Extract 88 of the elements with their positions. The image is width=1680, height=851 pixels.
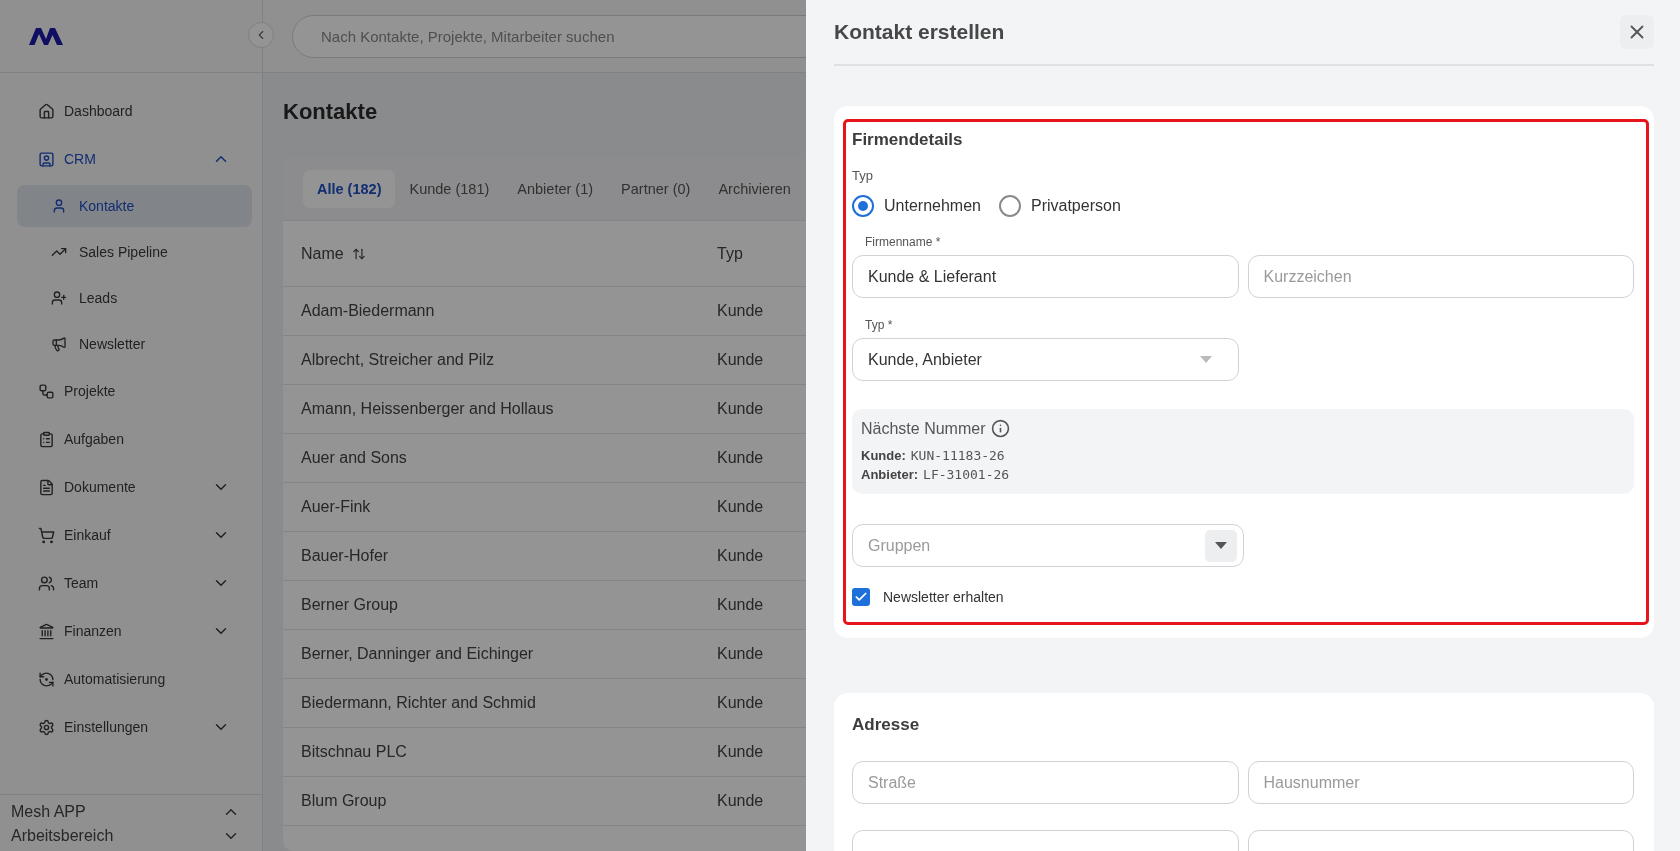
logo-icon — [27, 25, 65, 47]
select-field[interactable]: Kunde, Anbieter — [852, 338, 1239, 381]
table-cell: Kunde — [717, 792, 764, 810]
dropdown-button[interactable] — [1205, 529, 1237, 562]
table-cell: Kunde — [717, 694, 764, 712]
nav-item[interactable]: Automatisierung — [17, 655, 252, 703]
input-field[interactable]: Straße — [852, 761, 1239, 804]
field-label: Typ — [852, 168, 874, 183]
nav-icon — [38, 622, 55, 640]
filter-tab[interactable]: Anbieter (1) — [503, 169, 608, 208]
field-label: Typ * — [865, 318, 894, 332]
table-cell: Kunde — [717, 547, 764, 565]
input-field[interactable]: Hausnummer — [1247, 761, 1634, 804]
table-cell: Bitschnau PLC — [301, 743, 407, 761]
nav-item[interactable]: Einstellungen — [17, 703, 252, 751]
app-name: Mesh APP — [11, 803, 86, 821]
radio-option[interactable]: Privatperson — [998, 195, 1121, 217]
workspace-name: Arbeitsbereich — [11, 827, 114, 845]
select-field[interactable]: Gruppen — [852, 524, 1244, 567]
filter-tab[interactable]: Kunde (181) — [395, 169, 504, 208]
field-label: Firmenname * — [865, 235, 942, 249]
table-cell: Biedermann, Richter and Schmid — [301, 694, 536, 712]
panel-title: Kontakt erstellen — [834, 20, 1005, 44]
nav-item[interactable]: Dashboard — [17, 87, 252, 135]
nav-item[interactable]: Einkauf — [17, 511, 252, 559]
table-cell: Kunde — [717, 645, 764, 663]
close-button[interactable] — [1620, 15, 1654, 49]
nav-subitem[interactable]: Leads — [17, 277, 252, 319]
table-cell: Kunde — [717, 449, 764, 467]
filter-tab[interactable]: Archivieren — [704, 169, 805, 208]
nav-icon — [38, 150, 55, 168]
caret-icon[interactable] — [1215, 542, 1227, 549]
section-title: Firmendetails — [852, 130, 964, 150]
table-cell: Amann, Heissenberger and Hollaus — [301, 400, 554, 418]
number-value: LF-31001-26 — [923, 467, 1010, 482]
nav-icon — [38, 102, 55, 120]
input-field[interactable]: Kurzzeichen — [1247, 255, 1634, 298]
nav-icon — [51, 198, 67, 214]
table-cell: Bauer-Hofer — [301, 547, 389, 565]
nav-subitem[interactable]: Newsletter — [17, 323, 252, 365]
table-cell: Albrecht, Streicher and Pilz — [301, 351, 494, 369]
info-title: Nächste Nummer — [861, 419, 986, 438]
nav-item[interactable]: Finanzen — [17, 607, 252, 655]
nav-item[interactable]: Projekte — [17, 367, 252, 415]
number-label: Anbieter: — [861, 467, 919, 482]
number-label: Kunde: — [861, 448, 906, 463]
nav-item[interactable]: CRM — [17, 135, 252, 183]
table-cell: Berner, Danninger and Eichinger — [301, 645, 534, 663]
table-cell: Berner Group — [301, 596, 398, 614]
nav-icon — [38, 718, 55, 736]
nav-subitem[interactable]: Sales Pipeline — [17, 231, 252, 273]
column-header[interactable]: Name — [301, 244, 344, 263]
table-cell: Kunde — [717, 498, 764, 516]
table-cell: Auer and Sons — [301, 449, 407, 467]
nav-icon — [38, 478, 55, 496]
nav-icon — [38, 574, 55, 592]
table-cell: Kunde — [717, 351, 764, 369]
table-cell: Blum Group — [301, 792, 387, 810]
nav-subitem[interactable]: Kontakte — [17, 185, 252, 227]
nav-item[interactable]: Aufgaben — [17, 415, 252, 463]
radio-icon[interactable] — [998, 195, 1021, 217]
nav-icon — [38, 670, 55, 688]
nav-icon — [51, 336, 67, 352]
table-cell: Kunde — [717, 302, 764, 320]
nav-icon — [38, 526, 55, 544]
nav-icon — [38, 430, 55, 448]
input-field[interactable]: Kunde & Lieferant — [852, 255, 1239, 298]
caret-icon — [1200, 356, 1212, 363]
nav-item[interactable]: Team — [17, 559, 252, 607]
page-title: Kontakte — [283, 99, 379, 125]
section-title: Adresse — [852, 715, 921, 735]
table-cell: Kunde — [717, 400, 764, 418]
table-cell: Kunde — [717, 743, 764, 761]
table-cell: Kunde — [717, 596, 764, 614]
column-header: Typ — [717, 244, 743, 263]
nav-icon — [38, 382, 55, 400]
filter-tab[interactable]: Alle (182) — [303, 169, 396, 208]
nav-icon — [51, 290, 67, 306]
radio-icon[interactable] — [852, 195, 874, 217]
sort-icon[interactable] — [351, 246, 366, 261]
table-cell: Auer-Fink — [301, 498, 371, 516]
number-value: KUN-11183-26 — [910, 448, 1005, 463]
radio-option[interactable]: Unternehmen — [852, 195, 981, 217]
info-icon[interactable] — [991, 419, 1011, 438]
table-cell: Adam-Biedermann — [301, 302, 435, 320]
filter-tab[interactable]: Partner (0) — [607, 169, 705, 208]
nav-item[interactable]: Dokumente — [17, 463, 252, 511]
checkbox-label: Newsletter erhalten — [883, 589, 1004, 605]
